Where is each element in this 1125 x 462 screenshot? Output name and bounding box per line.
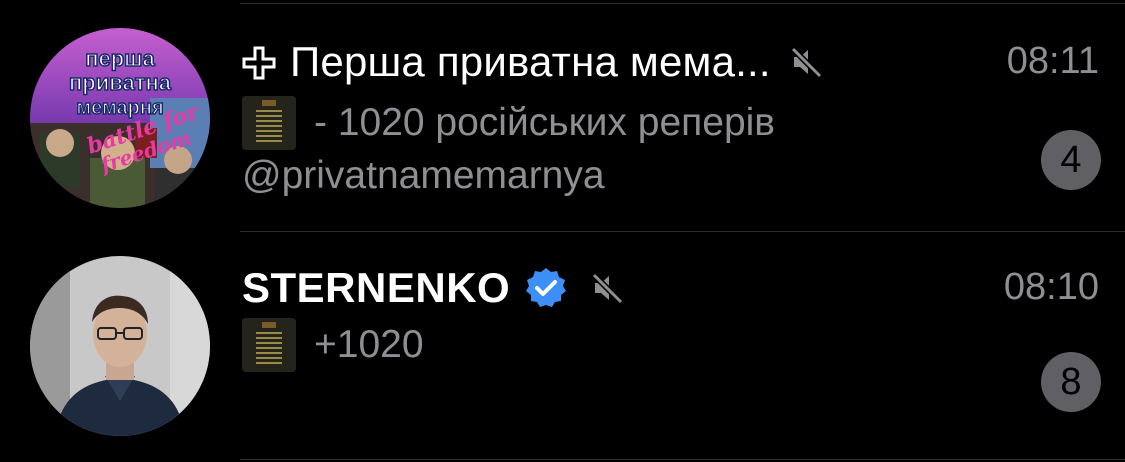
verified-icon [526,268,567,307]
chat-title-line: Перша приватна мема... [242,36,1125,88]
chat-title: Перша приватна мема... [290,38,771,85]
message-text: +1020 [314,323,424,366]
message-time: 08:11 [1006,40,1099,82]
message-text: - 1020 російських реперів [314,101,776,144]
media-thumbnail [242,96,296,150]
avatar [30,256,210,436]
muted-icon [790,46,822,79]
avatar: перша приватна мемарня battle for freedo… [30,28,210,208]
unread-badge: 4 [1041,130,1101,190]
chat-row-privatna-memarnya[interactable]: перша приватна мемарня battle for freedo… [0,4,1125,232]
divider [240,459,1125,460]
avatar-text-0: перша [85,46,155,71]
message-text-line2: @privatnamemarnya [242,154,605,197]
message-preview: - 1020 російських реперів [242,96,775,150]
muted-icon [592,272,624,305]
media-thumbnail [242,318,296,372]
chat-row-sternenko[interactable]: STERNENKO 08:10 +1020 8 [0,232,1125,460]
cross-icon [242,46,276,80]
message-preview: +1020 [242,318,424,372]
avatar-text-1: приватна [69,70,172,95]
chat-list: перша приватна мемарня battle for freedo… [0,0,1125,462]
message-time: 08:10 [1003,266,1099,308]
chat-title-line: STERNENKO [242,262,1125,314]
unread-badge: 8 [1041,352,1101,412]
chat-title: STERNENKO [242,264,511,311]
